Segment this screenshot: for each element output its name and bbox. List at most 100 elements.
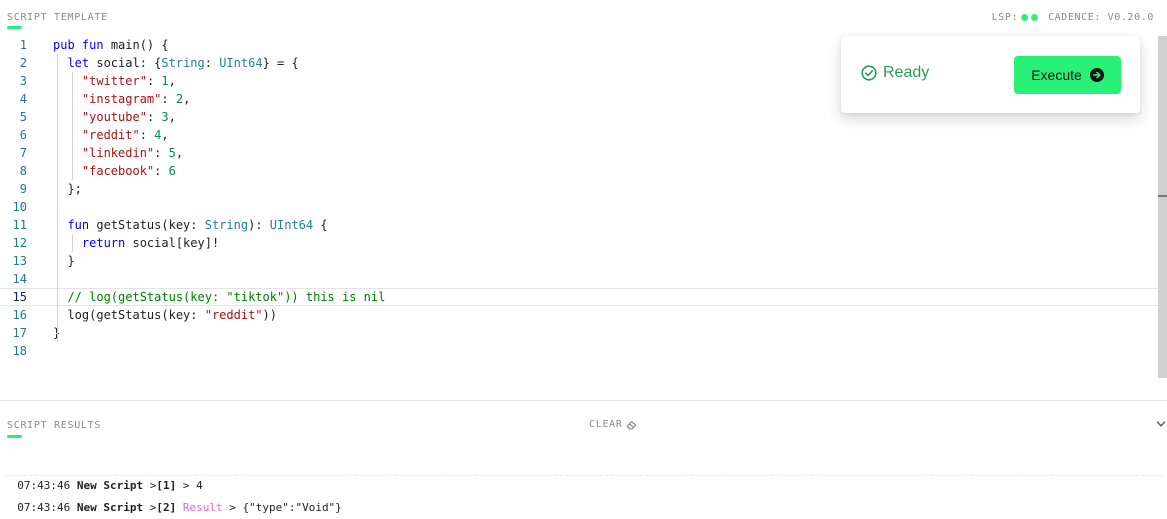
result-row: 07:43:46 New Script >[1] > 4 [17, 479, 203, 492]
title-underline [7, 26, 22, 29]
code-line[interactable]: 16 log(getStatus(key: "reddit")) [0, 306, 1167, 324]
execution-panel: Ready Execute [841, 36, 1140, 113]
arrow-right-circle-icon [1089, 68, 1104, 82]
code-token: log(getStatus(key: [53, 308, 205, 322]
code-token: : [161, 92, 176, 106]
line-number: 9 [19, 182, 27, 196]
code-text: log(getStatus(key: "reddit")) [53, 306, 277, 324]
code-text: // log(getStatus(key: "tiktok")) this is… [53, 289, 385, 305]
ready-status: Ready [861, 64, 929, 82]
editor-header: SCRIPT TEMPLATE LSP: CADENCE: V0.20.0 [0, 0, 1167, 32]
code-line[interactable]: 17} [0, 324, 1167, 342]
code-token: : [204, 56, 220, 70]
code-token: fun [67, 218, 97, 232]
result-script-name: New Script [76, 501, 144, 514]
code-line[interactable]: 11 fun getStatus(key: String): UInt64 { [0, 216, 1167, 234]
check-circle-icon [861, 65, 877, 81]
code-line[interactable]: 13 } [0, 252, 1167, 270]
code-token: , [175, 146, 184, 160]
code-token: : [154, 146, 169, 160]
line-number: 10 [12, 200, 27, 214]
execute-label: Execute [1031, 67, 1082, 83]
line-number: 8 [19, 164, 27, 178]
code-token: social[key]! [132, 236, 220, 250]
code-line[interactable]: 6 "reddit": 4, [0, 126, 1167, 144]
code-text: "reddit": 4, [53, 126, 169, 144]
code-line[interactable]: 14 [0, 270, 1167, 288]
code-token: )) [262, 308, 277, 322]
code-line[interactable]: 18 [0, 342, 1167, 360]
code-line[interactable]: 9 }; [0, 180, 1167, 198]
line-number: 18 [12, 344, 27, 358]
code-token: "facebook" [81, 164, 155, 178]
clear-button[interactable]: CLEAR [589, 419, 637, 430]
results-title: SCRIPT RESULTS [7, 420, 102, 431]
code-token: 5 [168, 146, 176, 160]
code-token: : [154, 164, 169, 178]
lsp-status-dot-1 [1021, 14, 1029, 21]
code-token: String [204, 218, 249, 232]
chevron-down-icon[interactable] [1155, 418, 1167, 430]
line-number: 2 [19, 56, 27, 70]
code-token: 6 [168, 164, 176, 178]
indent-guide [72, 72, 73, 180]
code-token: fun [81, 38, 111, 52]
line-number: 15 [12, 290, 27, 304]
code-token: , [183, 92, 191, 106]
line-number: 16 [12, 308, 27, 322]
lsp-status-dot-2 [1031, 14, 1039, 21]
clear-label: CLEAR [589, 419, 623, 430]
code-token: "linkedin" [81, 146, 155, 160]
cursor-position-marker [1158, 195, 1167, 197]
code-token: , [161, 128, 169, 142]
line-number: 11 [12, 218, 27, 232]
result-index: [2] [156, 501, 177, 514]
result-label: Result [182, 501, 223, 514]
line-number: 13 [12, 254, 27, 268]
code-token: : [139, 128, 155, 142]
line-number: 1 [19, 38, 27, 52]
code-token: "youtube" [81, 110, 147, 124]
code-token: String [161, 56, 205, 70]
code-token: social: { [96, 56, 162, 70]
code-token: , [168, 110, 176, 124]
code-line[interactable]: 8 "facebook": 6 [0, 162, 1167, 180]
code-token: "reddit" [204, 308, 263, 322]
code-token: main() { [110, 38, 169, 52]
code-text: "instagram": 2, [53, 90, 190, 108]
results-title-underline [7, 435, 22, 438]
line-number: 5 [19, 110, 27, 124]
code-line[interactable]: 7 "linkedin": 5, [0, 144, 1167, 162]
code-line[interactable]: 12 return social[key]! [0, 234, 1167, 252]
code-text: fun getStatus(key: String): UInt64 { [53, 216, 327, 234]
code-line[interactable]: 10 [0, 198, 1167, 216]
code-token: : [146, 74, 162, 88]
editor-scroll-thumb[interactable] [1158, 36, 1167, 378]
code-line[interactable]: 15 // log(getStatus(key: "tiktok")) this… [0, 288, 1167, 306]
code-token: "reddit" [81, 128, 140, 142]
code-token: UInt64 [219, 56, 263, 70]
line-number: 7 [19, 146, 27, 160]
lsp-label: LSP: [991, 12, 1019, 23]
panel-divider [0, 400, 1167, 401]
code-token: 1 [161, 74, 169, 88]
indent-guide [57, 54, 58, 342]
ready-label: Ready [883, 64, 930, 81]
code-token: 2 [175, 92, 184, 106]
code-token: getStatus(key: [96, 218, 205, 232]
code-token: pub [53, 38, 82, 52]
indent-guide [72, 234, 73, 252]
line-number: 17 [12, 326, 27, 340]
execute-button[interactable]: Execute [1014, 56, 1121, 94]
line-number: 14 [12, 272, 27, 286]
code-token: return [81, 236, 133, 250]
code-text: pub fun main() { [53, 36, 169, 54]
code-text: return social[key]! [53, 234, 219, 252]
eraser-icon [626, 420, 636, 429]
result-row: 07:43:46 New Script >[2] Result > {"type… [17, 501, 342, 514]
result-time: 07:43:46 [17, 501, 71, 514]
code-token: // log(getStatus(key: "tiktok")) this is… [67, 290, 386, 304]
